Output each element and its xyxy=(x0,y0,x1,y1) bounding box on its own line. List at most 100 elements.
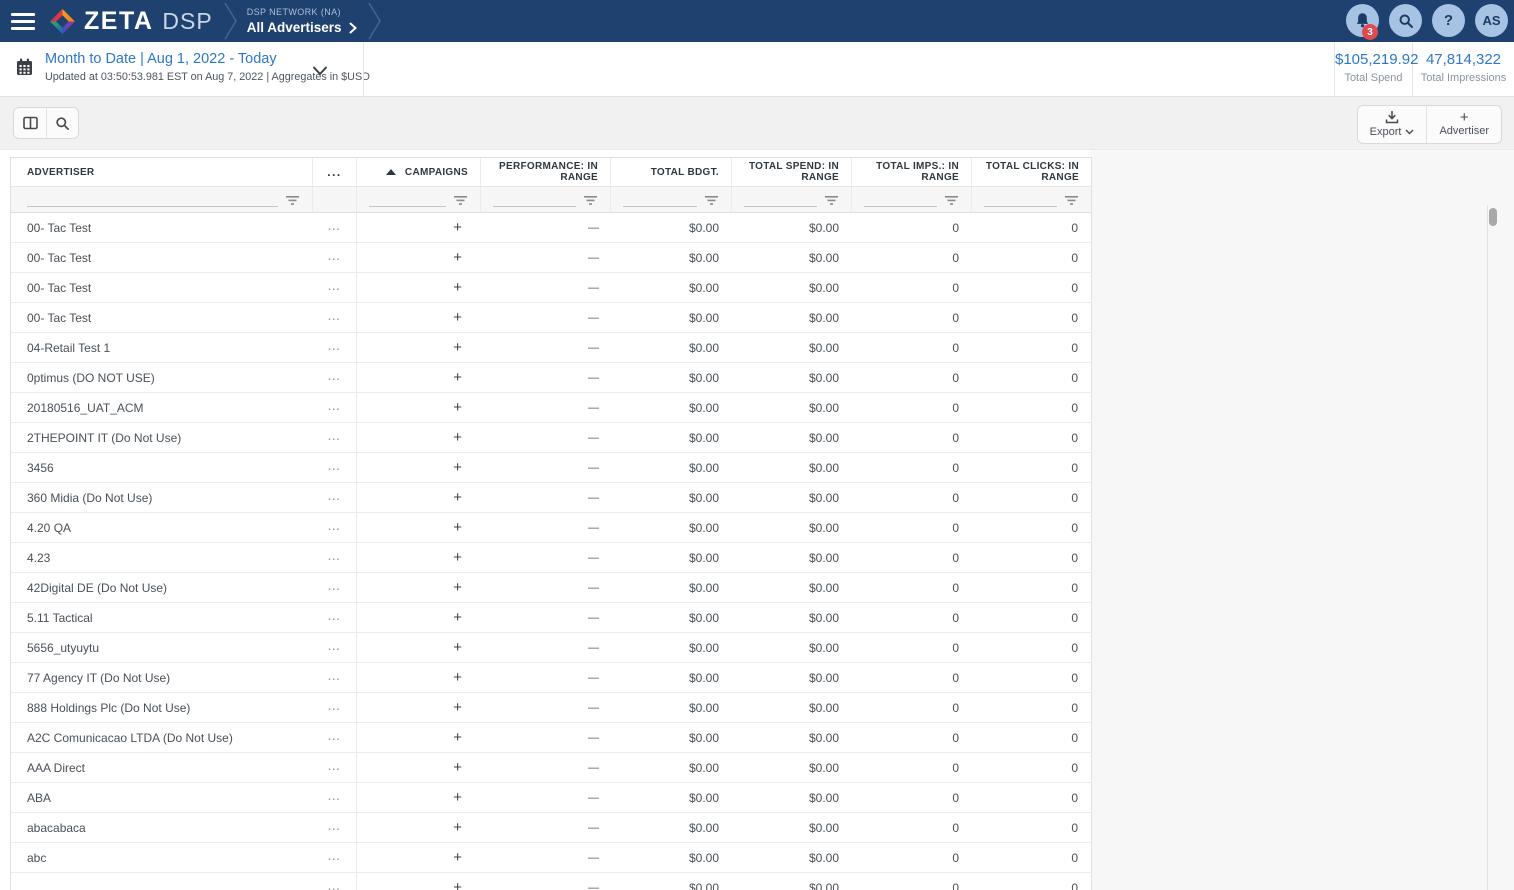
row-menu-button[interactable]: ... xyxy=(313,663,357,692)
breadcrumb-page-link[interactable]: All Advertisers xyxy=(247,21,357,35)
table-search-button[interactable] xyxy=(46,108,78,138)
row-menu-button[interactable]: ... xyxy=(313,513,357,542)
column-header-campaigns[interactable]: CAMPAIGNS xyxy=(357,158,481,186)
expand-campaigns-button[interactable]: + xyxy=(357,693,481,722)
advertiser-name[interactable]: abc xyxy=(11,843,313,872)
column-header-impressions[interactable]: TOTAL IMPS.: IN RANGE xyxy=(852,158,972,186)
expand-campaigns-button[interactable]: + xyxy=(357,303,481,332)
chevron-down-icon[interactable] xyxy=(312,66,328,76)
advertiser-name[interactable]: 3456 xyxy=(11,453,313,482)
row-menu-button[interactable]: ... xyxy=(313,753,357,782)
filter-lines-icon[interactable] xyxy=(824,195,839,206)
row-menu-button[interactable]: ... xyxy=(313,453,357,482)
expand-campaigns-button[interactable]: + xyxy=(357,723,481,752)
row-menu-button[interactable]: ... xyxy=(313,603,357,632)
expand-campaigns-button[interactable]: + xyxy=(357,543,481,572)
brand-logo[interactable]: ZETA DSP xyxy=(49,7,213,36)
filter-lines-icon[interactable] xyxy=(1064,195,1079,206)
row-menu-button[interactable]: ... xyxy=(313,723,357,752)
row-menu-button[interactable]: ... xyxy=(313,693,357,722)
advertiser-name[interactable]: AAA Direct xyxy=(11,753,313,782)
row-menu-button[interactable]: ... xyxy=(313,393,357,422)
expand-campaigns-button[interactable]: + xyxy=(357,363,481,392)
column-header-performance[interactable]: PERFORMANCE: IN RANGE xyxy=(481,158,611,186)
column-header-menu[interactable]: ... xyxy=(313,158,357,186)
advertiser-name[interactable]: 360 Midia (Do Not Use) xyxy=(11,483,313,512)
columns-button[interactable] xyxy=(14,108,46,138)
scrollbar-track[interactable] xyxy=(1487,205,1488,890)
expand-campaigns-button[interactable]: + xyxy=(357,483,481,512)
search-button[interactable] xyxy=(1389,4,1422,37)
advertiser-name[interactable]: 20180516_UAT_ACM xyxy=(11,393,313,422)
row-menu-button[interactable]: ... xyxy=(313,573,357,602)
expand-campaigns-button[interactable]: + xyxy=(357,423,481,452)
advertiser-name[interactable]: 04-Retail Test 1 xyxy=(11,333,313,362)
filter-lines-icon[interactable] xyxy=(704,195,719,206)
row-menu-button[interactable]: ... xyxy=(313,333,357,362)
advertiser-name[interactable]: 2THEPOINT IT (Do Not Use) xyxy=(11,423,313,452)
row-menu-button[interactable]: ... xyxy=(313,213,357,242)
filter-lines-icon[interactable] xyxy=(583,195,598,206)
row-menu-button[interactable]: ... xyxy=(313,873,357,890)
row-menu-button[interactable]: ... xyxy=(313,423,357,452)
advertiser-name[interactable]: 4.23 xyxy=(11,543,313,572)
row-menu-button[interactable]: ... xyxy=(313,483,357,512)
expand-campaigns-button[interactable]: + xyxy=(357,783,481,812)
advertiser-name[interactable]: A2C Comunicacao LTDA (Do Not Use) xyxy=(11,723,313,752)
row-menu-button[interactable]: ... xyxy=(313,543,357,572)
row-menu-button[interactable]: ... xyxy=(313,303,357,332)
filter-input-impressions[interactable] xyxy=(864,193,937,207)
menu-icon[interactable] xyxy=(11,13,35,30)
filter-input-campaigns[interactable] xyxy=(369,193,446,207)
expand-campaigns-button[interactable]: + xyxy=(357,393,481,422)
filter-input-spend[interactable] xyxy=(744,193,817,207)
filter-input-budget[interactable] xyxy=(623,193,697,207)
expand-campaigns-button[interactable]: + xyxy=(357,753,481,782)
filter-lines-icon[interactable] xyxy=(944,195,959,206)
expand-campaigns-button[interactable]: + xyxy=(357,513,481,542)
expand-campaigns-button[interactable]: + xyxy=(357,333,481,362)
expand-campaigns-button[interactable]: + xyxy=(357,873,481,890)
advertiser-name[interactable]: 5656_utyuytu xyxy=(11,633,313,662)
advertiser-name[interactable]: ABA xyxy=(11,783,313,812)
advertiser-name[interactable]: 5.11 Tactical xyxy=(11,603,313,632)
help-button[interactable]: ? xyxy=(1432,4,1465,37)
row-menu-button[interactable]: ... xyxy=(313,783,357,812)
user-avatar[interactable]: AS xyxy=(1475,4,1508,37)
row-menu-button[interactable]: ... xyxy=(313,273,357,302)
advertiser-name[interactable]: 00- Tac Test xyxy=(11,273,313,302)
expand-campaigns-button[interactable]: + xyxy=(357,213,481,242)
filter-input-advertiser[interactable] xyxy=(27,193,278,207)
column-header-spend[interactable]: TOTAL SPEND: IN RANGE xyxy=(732,158,852,186)
row-menu-button[interactable]: ... xyxy=(313,243,357,272)
filter-lines-icon[interactable] xyxy=(453,195,468,206)
expand-campaigns-button[interactable]: + xyxy=(357,573,481,602)
advertiser-name[interactable] xyxy=(11,873,313,890)
filter-lines-icon[interactable] xyxy=(285,195,300,206)
expand-campaigns-button[interactable]: + xyxy=(357,813,481,842)
expand-campaigns-button[interactable]: + xyxy=(357,273,481,302)
advertiser-name[interactable]: 4.20 QA xyxy=(11,513,313,542)
column-header-advertiser[interactable]: ADVERTISER xyxy=(11,158,313,186)
advertiser-name[interactable]: 42Digital DE (Do Not Use) xyxy=(11,573,313,602)
expand-campaigns-button[interactable]: + xyxy=(357,453,481,482)
filter-input-clicks[interactable] xyxy=(984,193,1057,207)
expand-campaigns-button[interactable]: + xyxy=(357,603,481,632)
advertiser-name[interactable]: 00- Tac Test xyxy=(11,243,313,272)
expand-campaigns-button[interactable]: + xyxy=(357,663,481,692)
advertiser-name[interactable]: abacabaca xyxy=(11,813,313,842)
expand-campaigns-button[interactable]: + xyxy=(357,243,481,272)
add-advertiser-button[interactable]: + Advertiser xyxy=(1426,106,1501,143)
advertiser-name[interactable]: 00- Tac Test xyxy=(11,303,313,332)
row-menu-button[interactable]: ... xyxy=(313,363,357,392)
column-header-clicks[interactable]: TOTAL CLICKS: IN RANGE xyxy=(972,158,1091,186)
column-header-budget[interactable]: TOTAL BDGT. xyxy=(611,158,732,186)
export-button[interactable]: Export xyxy=(1358,106,1427,143)
advertiser-name[interactable]: 888 Holdings Plc (Do Not Use) xyxy=(11,693,313,722)
advertiser-name[interactable]: 0ptimus (DO NOT USE) xyxy=(11,363,313,392)
scrollbar-thumb[interactable] xyxy=(1489,208,1497,226)
advertiser-name[interactable]: 77 Agency IT (Do Not Use) xyxy=(11,663,313,692)
filter-input-performance[interactable] xyxy=(493,193,576,207)
row-menu-button[interactable]: ... xyxy=(313,843,357,872)
expand-campaigns-button[interactable]: + xyxy=(357,633,481,662)
